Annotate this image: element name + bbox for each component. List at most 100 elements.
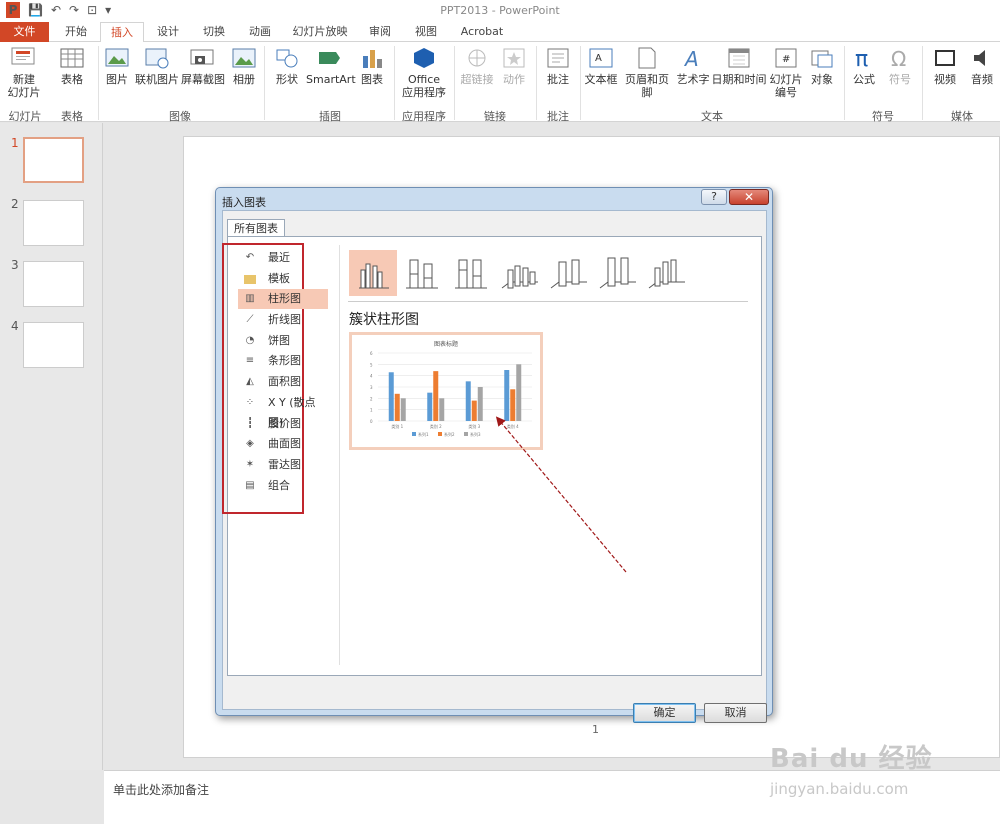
new-slide-button[interactable]: 新建 幻灯片	[3, 46, 45, 99]
slide-thumbnail[interactable]	[23, 200, 84, 246]
subtype-clustered-column[interactable]	[349, 250, 397, 296]
picture-button[interactable]: 图片	[102, 46, 132, 86]
tab-design[interactable]: 设计	[146, 22, 190, 42]
help-button[interactable]: ?	[701, 189, 727, 205]
category-scatter[interactable]: ⁘ X Y (散点图)	[238, 393, 328, 429]
header-footer-button[interactable]: 页眉和页脚	[620, 46, 674, 99]
slide-thumbnail[interactable]	[23, 261, 84, 307]
date-time-label: 日期和时间	[711, 73, 767, 86]
audio-label: 音频	[971, 73, 993, 86]
bar	[504, 370, 510, 421]
group-symbols: 符号	[872, 110, 894, 123]
office-apps-icon	[410, 46, 438, 70]
close-button[interactable]: ✕	[729, 189, 769, 205]
slide-number: 2	[11, 197, 19, 211]
y-tick-label: 5	[370, 362, 373, 367]
bar	[400, 398, 406, 421]
ok-button[interactable]: 确定	[633, 703, 696, 723]
hyperlink-button[interactable]: 超链接	[458, 46, 496, 86]
category-combo[interactable]: ▤ 组合	[238, 476, 328, 496]
online-pictures-button[interactable]: 联机图片	[134, 46, 180, 86]
y-tick-label: 2	[370, 396, 373, 401]
x-tick-label: 类别 3	[468, 423, 480, 429]
header-footer-icon	[633, 46, 661, 70]
x-tick-label: 类别 2	[430, 423, 442, 429]
tab-all-charts[interactable]: 所有图表	[227, 219, 285, 237]
tab-view[interactable]: 视图	[404, 22, 448, 42]
chart-button[interactable]: 图表	[357, 46, 387, 86]
stock-chart-icon: ┇	[246, 418, 254, 429]
slide-number-icon: #	[772, 46, 800, 70]
subtype-3d-stacked-column[interactable]	[545, 250, 593, 296]
ribbon-separator	[536, 46, 537, 120]
textbox-button[interactable]: A 文本框	[584, 46, 618, 86]
audio-button[interactable]: 音频	[966, 46, 998, 86]
table-button[interactable]: 表格	[55, 46, 89, 86]
tab-slideshow[interactable]: 幻灯片放映	[288, 22, 352, 42]
category-line[interactable]: ⟋ 折线图	[238, 310, 328, 330]
tab-review[interactable]: 审阅	[358, 22, 402, 42]
tab-file[interactable]: 文件	[0, 22, 49, 42]
chart-preview-svg: 图表标题 0 1 2 3 4 5 6 类别 1 类别 2 类别 3 类别 4 系列1 系列2 系列3	[370, 340, 532, 437]
tab-insert[interactable]: 插入	[100, 22, 144, 43]
shapes-button[interactable]: 形状	[270, 46, 304, 86]
category-stock[interactable]: ┇ 股价图	[238, 414, 328, 434]
tab-home[interactable]: 开始	[54, 22, 98, 42]
column-chart-icon: ▥	[245, 293, 255, 304]
subtype-100-stacked-column[interactable]	[447, 250, 495, 296]
radar-chart-icon: ✶	[245, 459, 255, 470]
tab-animations[interactable]: 动画	[238, 22, 282, 42]
tab-transitions[interactable]: 切换	[192, 22, 236, 42]
category-radar[interactable]: ✶ 雷达图	[238, 455, 328, 475]
comment-label: 批注	[547, 73, 569, 86]
object-icon	[808, 46, 836, 70]
window-title: PPT2013 - PowerPoint	[440, 4, 560, 17]
symbol-button[interactable]: Ω 符号	[884, 46, 916, 86]
office-apps-button[interactable]: Office 应用程序	[398, 46, 450, 99]
group-links: 链接	[484, 110, 506, 123]
bar	[465, 381, 471, 421]
photo-album-button[interactable]: 相册	[228, 46, 260, 86]
action-button[interactable]: 动作	[498, 46, 530, 86]
smartart-button[interactable]: SmartArt	[306, 46, 356, 86]
new-slide-label: 新建 幻灯片	[7, 73, 41, 99]
video-button[interactable]: 视频	[928, 46, 962, 86]
subtype-3d-100-stacked-column[interactable]	[594, 250, 642, 296]
line-chart-icon: ⟋	[246, 314, 254, 325]
subtype-3d-clustered-column[interactable]	[496, 250, 544, 296]
screenshot-button[interactable]: 屏幕截图	[181, 46, 225, 86]
category-area[interactable]: ◭ 面积图	[238, 372, 328, 392]
object-button[interactable]: 对象	[806, 46, 838, 86]
date-time-button[interactable]: 日期和时间	[711, 46, 767, 86]
bar	[516, 364, 522, 421]
slide-thumbnail[interactable]	[23, 137, 84, 183]
chart-preview[interactable]: 图表标题 0 1 2 3 4 5 6 类别 1 类别 2 类别 3 类别 4 系列1 系列2 系列3	[349, 332, 543, 450]
pi-icon: π	[850, 46, 878, 72]
ribbon: 新建 幻灯片 表格 图片 联机图片 屏幕截图 相册 图像 幻灯片 表格 形状 S…	[0, 42, 1000, 123]
category-recent[interactable]: ↶ 最近	[238, 248, 328, 268]
scatter-chart-icon: ⁘	[245, 397, 255, 408]
category-pie[interactable]: ◔ 饼图	[238, 331, 328, 351]
3d-percent-stacked-column-icon	[599, 257, 636, 289]
category-templates[interactable]: 模板	[238, 269, 328, 289]
wordart-button[interactable]: A 艺术字	[676, 46, 710, 86]
ribbon-separator	[844, 46, 845, 120]
cancel-button[interactable]: 取消	[704, 703, 767, 723]
equation-button[interactable]: π 公式	[848, 46, 880, 86]
comment-button[interactable]: 批注	[542, 46, 574, 86]
bar	[394, 393, 400, 421]
slide-thumbnail[interactable]	[23, 322, 84, 368]
action-icon	[500, 46, 528, 70]
category-bar[interactable]: ≡ 条形图	[238, 351, 328, 371]
dialog-title: 插入图表	[222, 196, 266, 209]
watermark-brand: Bai du 经验	[770, 744, 933, 774]
tab-acrobat[interactable]: Acrobat	[454, 22, 510, 42]
category-surface[interactable]: ◈ 曲面图	[238, 434, 328, 454]
subtype-3d-column[interactable]	[643, 250, 691, 296]
slide-number-button[interactable]: # 幻灯片 编号	[768, 46, 804, 99]
area-chart-icon: ◭	[246, 376, 254, 387]
subtype-stacked-column[interactable]	[398, 250, 446, 296]
bar	[388, 372, 394, 421]
category-column[interactable]: ▥ 柱形图	[238, 289, 328, 309]
x-tick-label: 类别 1	[391, 423, 403, 429]
